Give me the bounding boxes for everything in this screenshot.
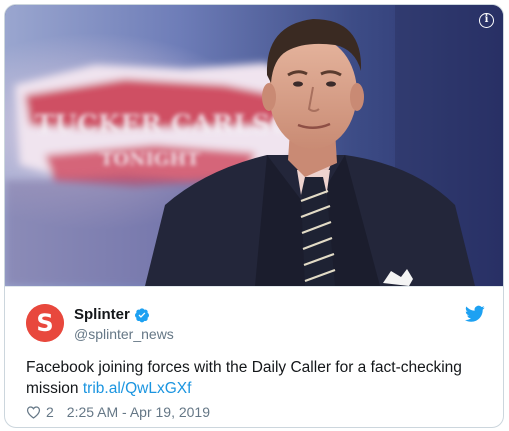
svg-text:TONIGHT: TONIGHT <box>100 149 200 170</box>
verified-badge-icon <box>134 307 149 322</box>
embedded-tweet-card: TUCKER CARLSON TONIGHT i S Splinter @spl… <box>4 4 504 428</box>
tweet-text: Facebook joining forces with the Daily C… <box>26 357 486 399</box>
heart-icon[interactable] <box>26 405 41 419</box>
author-name[interactable]: Splinter <box>74 306 130 323</box>
twitter-bird-icon[interactable] <box>465 305 485 323</box>
tweet-photo[interactable]: TUCKER CARLSON TONIGHT i <box>5 5 503 286</box>
tweet-meta: 2 2:25 AM - Apr 19, 2019 <box>26 404 210 420</box>
like-count[interactable]: 2 <box>46 404 54 420</box>
tweet-body: S Splinter @splinter_news Facebook joini… <box>5 286 503 427</box>
author-name-row[interactable]: Splinter <box>74 306 150 323</box>
studio-photo-illustration: TUCKER CARLSON TONIGHT <box>5 5 503 286</box>
author-avatar[interactable]: S <box>26 304 64 342</box>
author-handle[interactable]: @splinter_news <box>74 326 174 342</box>
tweet-link[interactable]: trib.al/QwLxGXf <box>83 380 192 397</box>
svg-text:S: S <box>36 309 53 337</box>
tweet-timestamp[interactable]: 2:25 AM - Apr 19, 2019 <box>67 404 210 420</box>
info-icon[interactable]: i <box>479 13 494 28</box>
